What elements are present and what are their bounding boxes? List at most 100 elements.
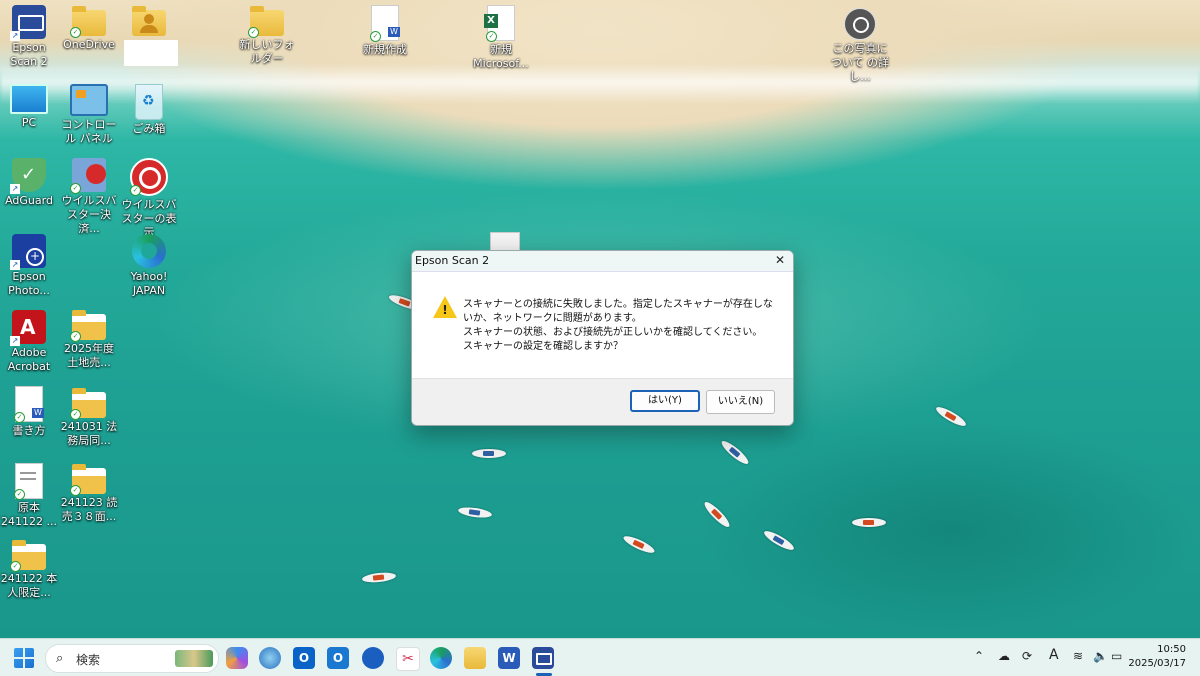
desktop-icon-label: Adobe Acrobat xyxy=(7,346,51,373)
clock-time: 10:50 xyxy=(1157,644,1186,655)
outlook-new-icon[interactable]: O xyxy=(327,647,349,669)
dialog-message: スキャナーとの接続に失敗しました。指定したスキャナーが存在しないか、ネットワーク… xyxy=(463,298,779,354)
desktop-icon-label: AdGuard xyxy=(5,194,53,207)
speaker-icon[interactable]: 🔈 xyxy=(1093,649,1108,663)
desktop-icon-folder-241122[interactable]: ✓ 241122 本人限定... xyxy=(0,540,60,600)
desktop-icon-adguard[interactable]: ✓ ↗ AdGuard xyxy=(0,158,60,208)
desktop-icon-label: 241031 法務局同... xyxy=(60,420,118,447)
desktop-icon-gen-hon[interactable]: ✓ 原本 241122 ... xyxy=(0,463,60,529)
wifi-icon[interactable]: ≋ xyxy=(1073,649,1083,663)
folder-icon: ✓ xyxy=(70,6,106,38)
desktop-icon-label: 新しいフォルダー xyxy=(239,38,295,65)
desktop-icon-label: 新規作成 xyxy=(363,43,407,56)
snipping-tool-icon[interactable]: ✂ xyxy=(396,647,420,671)
desktop-icon-virusbuster-show[interactable]: ✓ ウイルスバスターの表示 xyxy=(118,158,180,240)
windows-start-icon[interactable] xyxy=(14,648,34,668)
desktop-icon-folder-241031[interactable]: ✓ 241031 法務局同... xyxy=(58,388,120,448)
desktop-icon-new-excel[interactable]: X ✓ 新規 Microsof... xyxy=(470,5,532,71)
folder-icon: ✓ xyxy=(70,464,106,496)
dialog-body: ! スキャナーとの接続に失敗しました。指定したスキャナーが存在しないか、ネットワ… xyxy=(412,272,793,378)
desktop-icon-yahoo[interactable]: Yahoo! JAPAN xyxy=(118,234,180,298)
desktop-icon-label: 2025年度 土地売... xyxy=(64,342,114,369)
desktop-icon-folder-241123[interactable]: ✓ 241123 読売３８面... xyxy=(58,464,120,524)
word-doc-icon: W ✓ xyxy=(370,5,400,42)
desktop-icon-onedrive[interactable]: ✓ OneDrive xyxy=(58,6,120,52)
message-line: スキャナーの状態、および接続先が正しいかを確認してください。 xyxy=(463,327,763,338)
desktop-icon-epson-photo[interactable]: + ↗ Epson Photo... xyxy=(0,234,60,298)
folder-icon: ✓ xyxy=(70,310,106,342)
search-placeholder: 検索 xyxy=(76,653,101,667)
ime-indicator[interactable]: A xyxy=(1049,647,1059,663)
desktop-icon-folder-2025[interactable]: ✓ 2025年度 土地売... xyxy=(58,310,120,370)
no-button[interactable]: いいえ(N) xyxy=(706,390,775,414)
chevron-up-icon[interactable]: ⌃ xyxy=(974,649,984,663)
desktop-icon-label: 新規 Microsof... xyxy=(473,43,529,70)
control-panel-icon xyxy=(70,84,108,116)
clock[interactable]: 10:50 2025/03/17 xyxy=(1128,643,1186,671)
message-line: スキャナーとの接続に失敗しました。指定したスキャナーが存在しないか、ネットワーク… xyxy=(463,299,773,324)
excel-icon: X ✓ xyxy=(484,5,515,42)
error-dialog: Epson Scan 2 ✕ ! スキャナーとの接続に失敗しました。指定したスキ… xyxy=(411,250,794,426)
desktop-icon-user-folder[interactable] xyxy=(118,6,180,38)
desktop-icon-label: Yahoo! JAPAN xyxy=(130,270,168,297)
warning-icon-mark: ! xyxy=(442,303,448,317)
desktop-floating-window xyxy=(490,232,520,252)
desktop-icon-recycle-bin[interactable]: ♻ ごみ箱 xyxy=(118,84,180,136)
word-icon[interactable]: W xyxy=(498,647,520,669)
globe-app-icon[interactable] xyxy=(259,647,281,669)
desktop-icon-new-folder[interactable]: ✓ 新しいフォルダー xyxy=(236,6,298,66)
scanner-icon[interactable] xyxy=(532,647,554,669)
desktop-icon-kakikata[interactable]: W ✓ 書き方 xyxy=(0,386,60,438)
scanner-icon: ↗ xyxy=(10,5,46,41)
desktop-icon-label: コントロール パネル xyxy=(61,118,117,145)
desktop-icon-photo-info[interactable]: この写真について の詳し... xyxy=(829,8,891,84)
desktop-icon-label: 書き方 xyxy=(12,424,46,437)
desktop-icon-label: Epson Photo... xyxy=(8,270,50,297)
desktop-icon-label: PC xyxy=(21,116,37,129)
battery-icon[interactable]: ▭ xyxy=(1111,649,1122,663)
desktop-icon-label: Epson Scan 2 xyxy=(10,41,48,68)
dialog-footer: はい(Y) いいえ(N) xyxy=(412,378,793,425)
close-icon[interactable]: ✕ xyxy=(775,253,785,267)
boat xyxy=(852,518,886,527)
word-doc-icon: W ✓ xyxy=(14,386,44,423)
desktop-icon-label: この写真について の詳し... xyxy=(830,42,890,83)
yes-button[interactable]: はい(Y) xyxy=(630,390,700,412)
boat xyxy=(472,449,506,458)
virusbuster-icon: ✓ xyxy=(130,158,168,196)
monitor-icon xyxy=(10,84,48,114)
wallpaper-reef-dark xyxy=(700,420,1200,640)
desktop-icon-control-panel[interactable]: コントロール パネル xyxy=(58,84,120,146)
epson-photo-icon: + ↗ xyxy=(10,234,46,270)
acrobat-icon: A ↗ xyxy=(10,310,46,346)
copilot-icon[interactable] xyxy=(226,647,248,669)
recycle-bin-icon: ♻ xyxy=(135,84,163,120)
folder-icon: ✓ xyxy=(248,6,284,38)
compass-icon[interactable] xyxy=(362,647,384,669)
pdf-doc-icon: ✓ xyxy=(14,463,43,500)
desktop-icon-epson-scan[interactable]: ↗ Epson Scan 2 xyxy=(0,5,60,69)
desktop-icon-label: OneDrive xyxy=(63,38,115,51)
file-explorer-icon[interactable] xyxy=(464,647,486,669)
sync-icon[interactable]: ⟳ xyxy=(1022,649,1032,663)
camera-icon xyxy=(844,8,876,40)
user-folder-icon xyxy=(132,6,166,36)
desktop-icon-pc[interactable]: PC xyxy=(0,84,60,130)
edge-icon[interactable] xyxy=(430,647,452,669)
virusbuster-pay-icon: ✓ xyxy=(70,158,106,194)
outlook-icon[interactable]: O xyxy=(293,647,315,669)
desktop-icon-adobe[interactable]: A ↗ Adobe Acrobat xyxy=(0,310,60,374)
shield-icon: ✓ ↗ xyxy=(10,158,46,194)
search-icon: ⌕ xyxy=(56,651,64,666)
edge-icon xyxy=(132,234,166,268)
search-box[interactable]: ⌕ 検索 xyxy=(45,644,219,673)
desktop-icon-label: 原本 241122 ... xyxy=(1,501,57,528)
folder-icon: ✓ xyxy=(70,388,106,420)
desktop-icon-new-doc[interactable]: W ✓ 新規作成 xyxy=(354,5,416,57)
cloud-icon[interactable]: ☁ xyxy=(998,649,1010,663)
search-highlight-image xyxy=(175,650,213,667)
redacted-label xyxy=(124,40,178,66)
message-line: スキャナーの設定を確認しますか？ xyxy=(463,341,623,352)
desktop-icon-virusbuster-pay[interactable]: ✓ ウイルスバスター決済... xyxy=(58,158,120,236)
folder-icon: ✓ xyxy=(10,540,46,572)
